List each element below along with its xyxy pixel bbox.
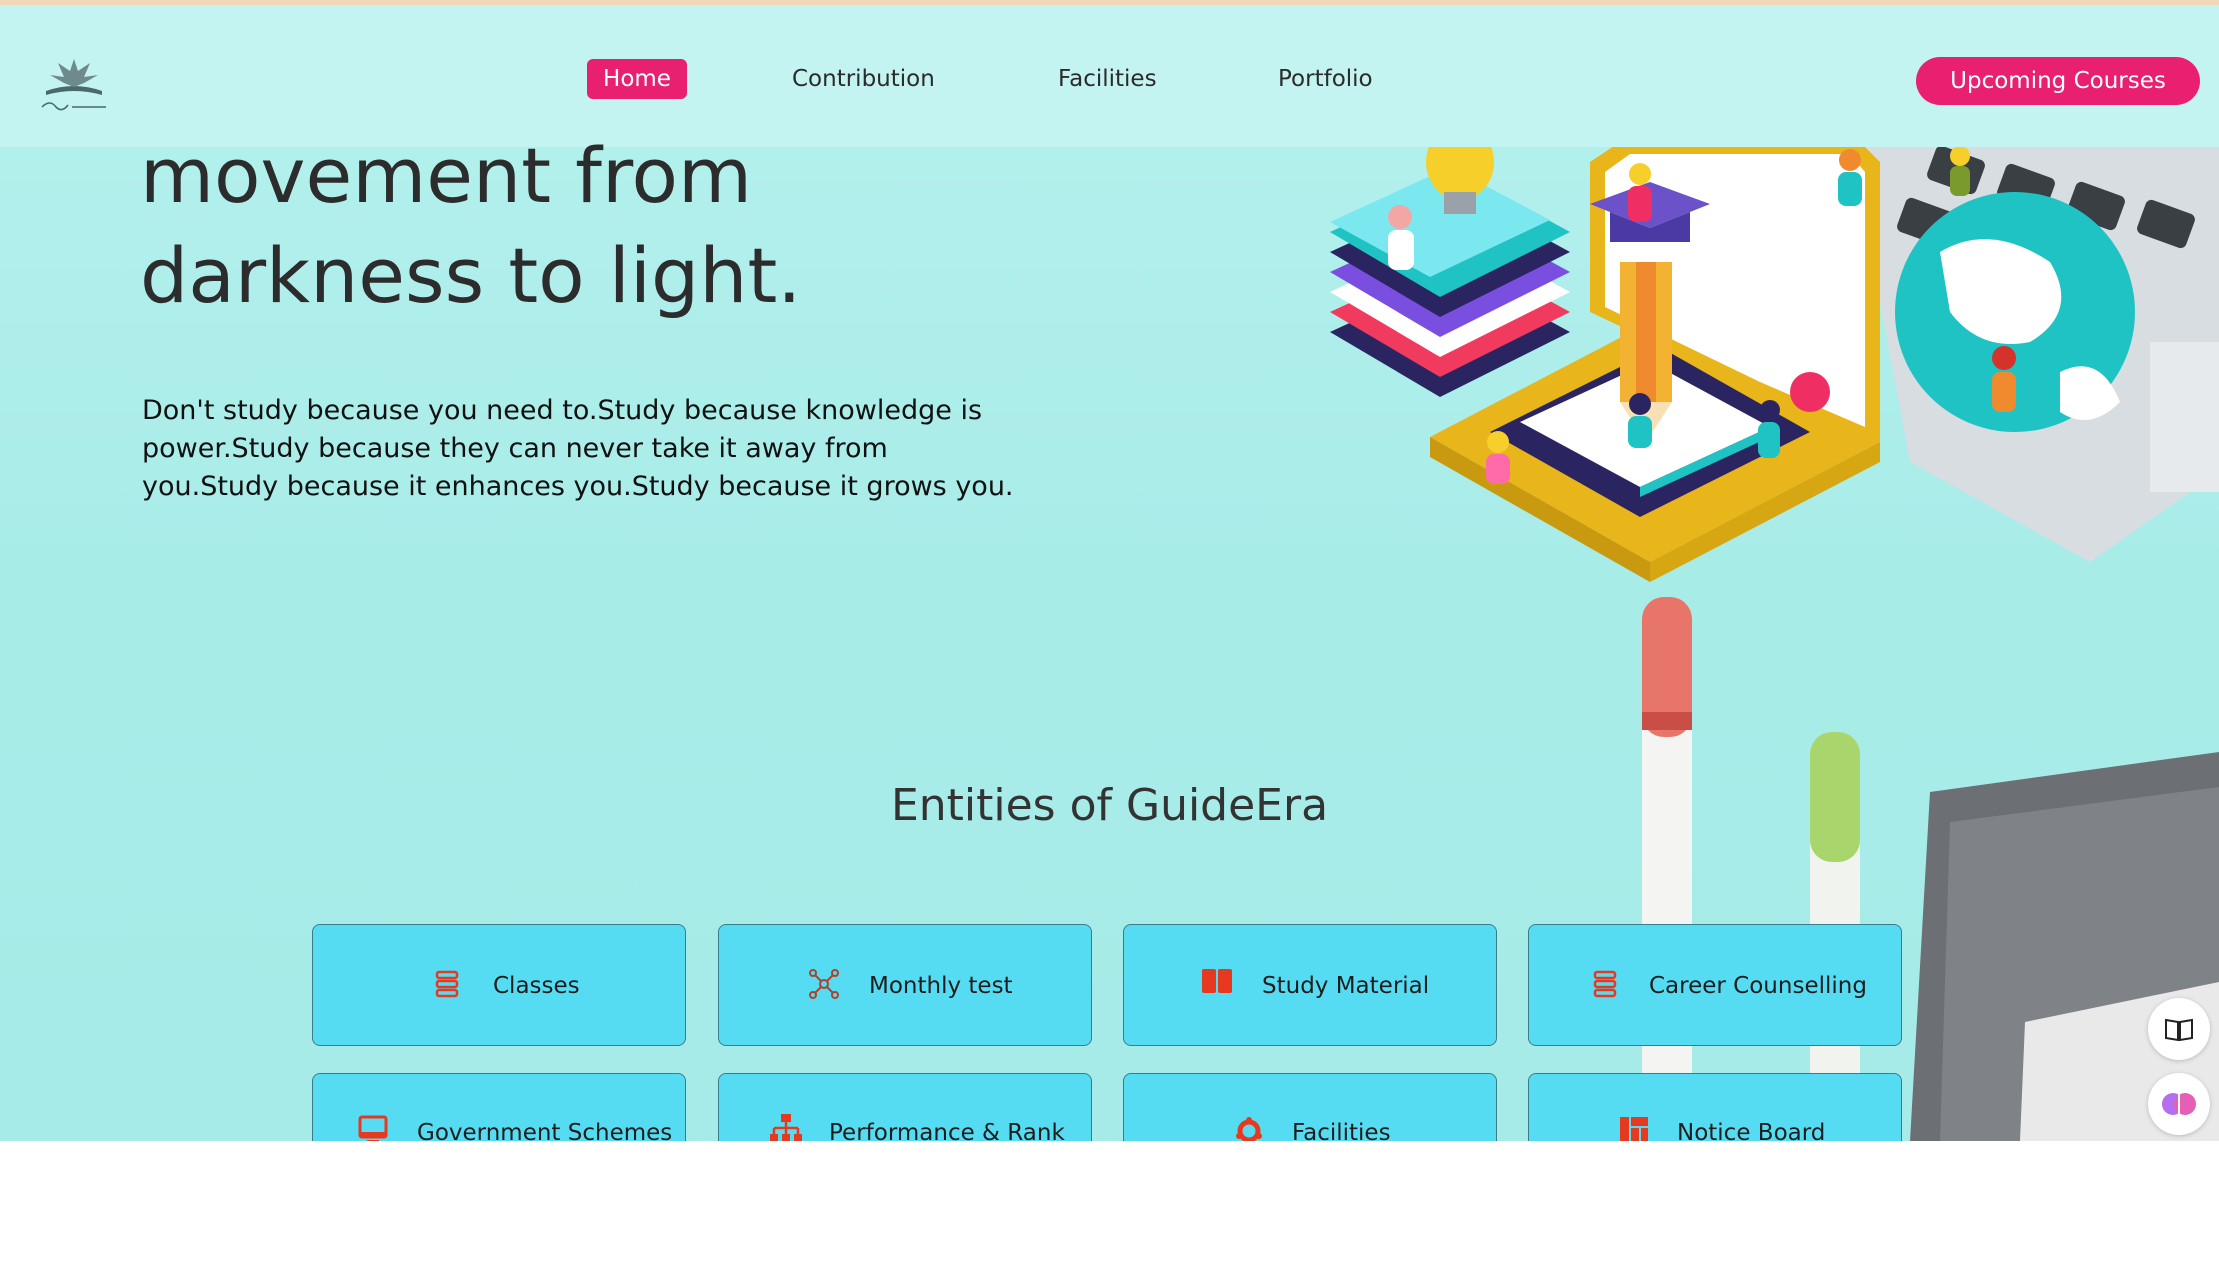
board-icon xyxy=(1620,1117,1648,1141)
nav-facilities[interactable]: Facilities xyxy=(1058,59,1157,99)
hierarchy-icon xyxy=(770,1114,802,1141)
counselling-icon xyxy=(1593,970,1617,998)
hero-title: movement from darkness to light. xyxy=(140,126,1040,326)
entity-card-label: Government Schemes xyxy=(417,1120,673,1141)
markers-graphic xyxy=(1642,597,1860,1141)
entity-card-study-material[interactable]: Study Material xyxy=(1123,924,1497,1046)
entity-card-label: Monthly test xyxy=(869,973,1013,999)
classes-icon xyxy=(435,970,459,998)
logo-icon[interactable] xyxy=(36,51,112,117)
entity-card-government-schemes[interactable]: Government Schemes xyxy=(312,1073,686,1141)
book-icon xyxy=(1202,969,1232,993)
entities-title: Entities of GuideEra xyxy=(890,780,1329,831)
entity-card-label: Study Material xyxy=(1262,973,1430,999)
assistant-button[interactable] xyxy=(2148,1073,2210,1135)
nav-portfolio[interactable]: Portfolio xyxy=(1278,59,1373,99)
monitor-icon xyxy=(358,1115,388,1141)
brain-icon xyxy=(2162,1093,2196,1115)
chat-bubble-graphic xyxy=(1790,372,1830,412)
entity-card-label: Facilities xyxy=(1292,1120,1391,1141)
hero-title-line-2: darkness to light. xyxy=(140,231,802,320)
upcoming-courses-button[interactable]: Upcoming Courses xyxy=(1916,57,2200,105)
network-icon xyxy=(809,969,839,999)
gear-icon xyxy=(1236,1117,1262,1141)
nav-contribution[interactable]: Contribution xyxy=(792,59,935,99)
hero-quote: Don't study because you need to.Study be… xyxy=(142,395,1014,502)
open-book-icon xyxy=(2165,1018,2193,1042)
entity-card-monthly-test[interactable]: Monthly test xyxy=(718,924,1092,1046)
entity-card-label: Notice Board xyxy=(1677,1120,1826,1141)
entity-card-career-counselling[interactable]: Career Counselling xyxy=(1528,924,1902,1046)
entity-card-notice-board[interactable]: Notice Board xyxy=(1528,1073,1902,1141)
entity-card-label: Classes xyxy=(493,973,580,999)
entity-card-facilities[interactable]: Facilities xyxy=(1123,1073,1497,1141)
hero-title-line-1: movement from xyxy=(140,131,753,220)
reader-mode-button[interactable] xyxy=(2148,998,2210,1060)
landing-page: Home Contribution Facilities Portfolio U… xyxy=(0,0,2219,1141)
nav-home[interactable]: Home xyxy=(587,59,687,99)
entity-card-performance-rank[interactable]: Performance & Rank xyxy=(718,1073,1092,1141)
entity-card-label: Performance & Rank xyxy=(829,1120,1065,1141)
entity-card-classes[interactable]: Classes xyxy=(312,924,686,1046)
entity-card-label: Career Counselling xyxy=(1649,973,1867,999)
